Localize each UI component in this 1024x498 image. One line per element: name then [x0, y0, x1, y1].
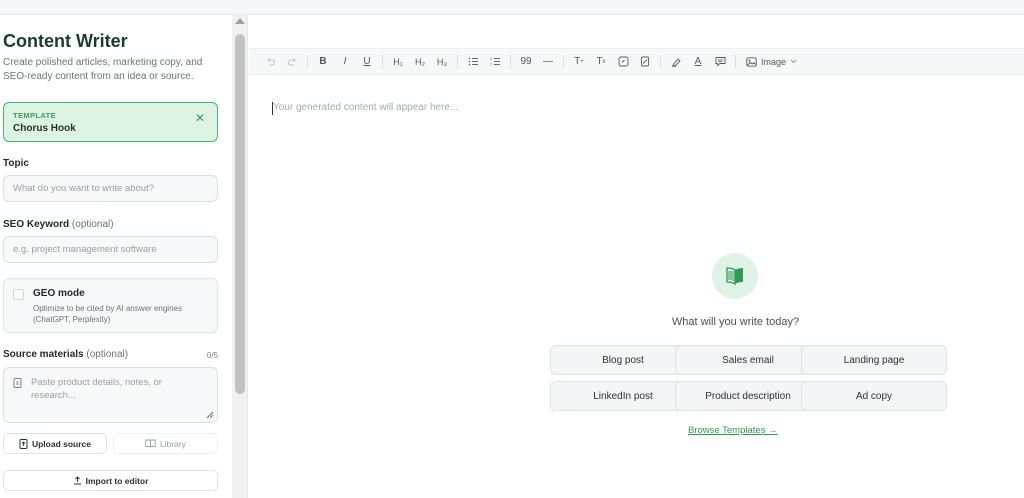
image-icon [746, 56, 757, 67]
editor-toolbar: B I U H₁ H₂ H₃ 12 99 — T + Tx A Image [249, 48, 1024, 75]
underline-icon[interactable]: U [356, 51, 378, 73]
toolbar-divider [510, 54, 511, 69]
geo-mode-description: Optimize to be cited by AI answer engine… [33, 304, 182, 324]
horizontal-rule-icon[interactable]: — [537, 51, 559, 73]
library-button[interactable]: Library [113, 433, 218, 454]
empty-state-prompt: What will you write today? [671, 316, 800, 328]
italic-icon[interactable]: I [334, 51, 356, 73]
template-label: TEMPLATE [13, 111, 57, 120]
source-placeholder: Paste product details, notes, or researc… [31, 377, 162, 401]
document-icon [13, 378, 22, 388]
upload-icon [73, 476, 81, 485]
seo-keyword-input[interactable] [3, 236, 218, 263]
topic-input[interactable] [3, 175, 218, 202]
text-color-icon[interactable]: A [687, 51, 709, 73]
editor-placeholder[interactable]: Your generated content will appear here.… [273, 102, 458, 113]
subscript-icon[interactable]: Tx [590, 51, 612, 73]
chip-landing-page[interactable]: Landing page [801, 345, 947, 375]
comment-icon[interactable] [709, 51, 731, 73]
source-materials-label: Source materials (optional) [3, 349, 129, 360]
scrollbar-thumb[interactable] [235, 34, 245, 394]
toolbar-divider [563, 54, 564, 69]
image-dropdown[interactable]: Image [740, 57, 803, 67]
geo-mode-card[interactable]: GEO mode Optimize to be cited by AI answ… [3, 278, 218, 333]
topic-label: Topic [3, 158, 29, 169]
template-name: Chorus Hook [13, 123, 76, 134]
selected-template-card[interactable]: TEMPLATE Chorus Hook ✕ [3, 102, 218, 142]
upload-file-icon [19, 438, 28, 449]
svg-text:2: 2 [490, 63, 492, 67]
geo-mode-checkbox[interactable] [13, 289, 24, 300]
toolbar-divider [457, 54, 458, 69]
chip-sales-email[interactable]: Sales email [675, 345, 821, 375]
toolbar-divider [307, 54, 308, 69]
clear-format-icon[interactable] [634, 51, 656, 73]
upload-source-label: Upload source [31, 438, 92, 449]
upload-source-button[interactable]: Upload source [3, 433, 107, 454]
superscript-icon[interactable]: T + [568, 51, 590, 73]
heading-1-icon[interactable]: H₁ [387, 51, 409, 73]
highlighter-icon[interactable] [665, 51, 687, 73]
source-materials-textarea[interactable]: Paste product details, notes, or researc… [3, 367, 218, 423]
heading-2-icon[interactable]: H₂ [409, 51, 431, 73]
bold-icon[interactable]: B [312, 51, 334, 73]
source-count: 0/5 [206, 351, 218, 360]
geo-mode-title: GEO mode [33, 288, 85, 299]
page-title: Content Writer [3, 31, 128, 51]
image-label: Image [761, 56, 787, 67]
undo-icon[interactable] [259, 51, 281, 73]
redo-icon[interactable] [281, 51, 303, 73]
library-label: Library [160, 438, 186, 449]
editor-panel: B I U H₁ H₂ H₃ 12 99 — T + Tx A Image Yo… [249, 15, 1024, 498]
chip-product-description[interactable]: Product description [675, 381, 821, 411]
sidebar-scrollbar[interactable] [232, 15, 248, 498]
close-icon[interactable]: ✕ [195, 111, 205, 125]
open-book-icon [712, 253, 758, 299]
browse-templates-link[interactable]: Browse Templates → [688, 425, 778, 436]
quote-icon[interactable]: 99 [515, 51, 537, 73]
numbered-list-icon[interactable]: 12 [484, 51, 506, 73]
bullet-list-icon[interactable] [462, 51, 484, 73]
book-icon [145, 439, 156, 448]
link-icon[interactable] [612, 51, 634, 73]
browser-top-bar [0, 0, 1024, 15]
import-to-editor-label: Import to editor [85, 475, 149, 486]
svg-text:1: 1 [490, 57, 492, 61]
resize-handle-icon[interactable] [206, 411, 214, 419]
toolbar-divider [382, 54, 383, 69]
sidebar-panel: Content Writer Create polished articles,… [0, 15, 232, 498]
toolbar-divider [660, 54, 661, 69]
chevron-down-icon [790, 59, 797, 64]
seo-keyword-label: SEO Keyword (optional) [3, 219, 114, 230]
page-subtitle: Create polished articles, marketing copy… [3, 57, 203, 82]
heading-3-icon[interactable]: H₃ [431, 51, 453, 73]
import-to-editor-button[interactable]: Import to editor [3, 470, 218, 491]
chip-ad-copy[interactable]: Ad copy [801, 381, 947, 411]
toolbar-divider [735, 54, 736, 69]
scroll-up-arrow-icon[interactable] [235, 18, 245, 24]
